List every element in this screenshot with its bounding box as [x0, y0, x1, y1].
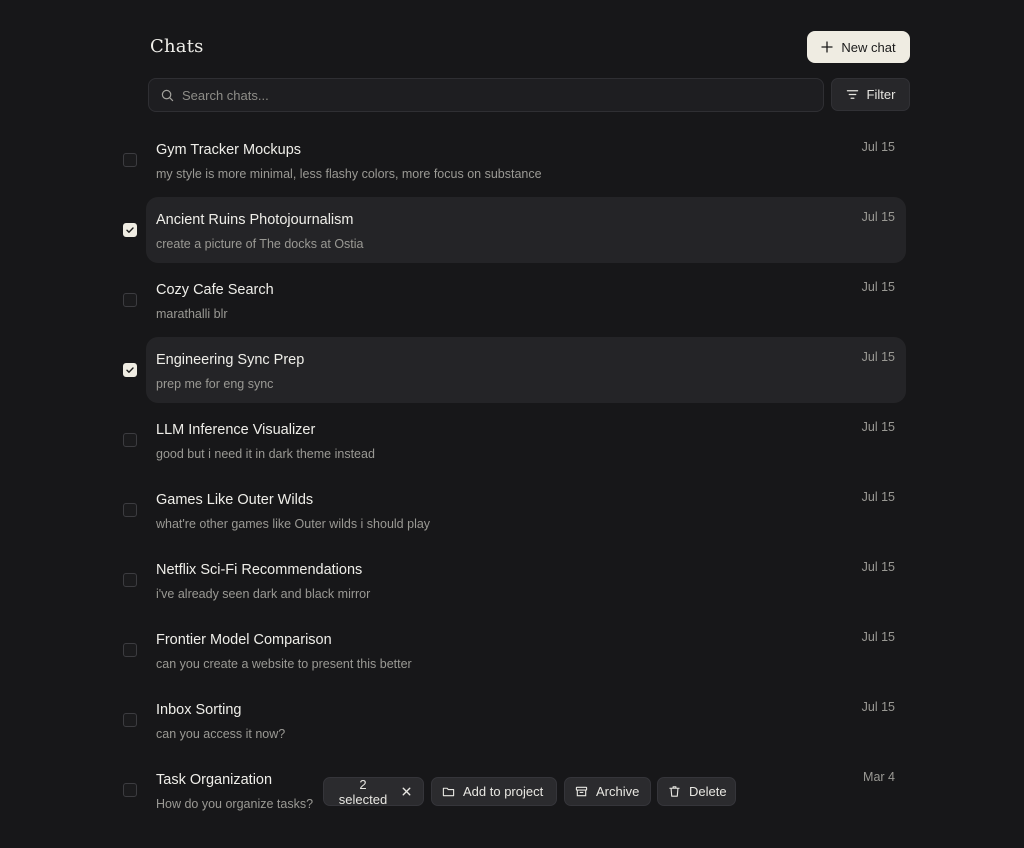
chat-row[interactable]: Netflix Sci-Fi Recommendations i've alrea… [0, 547, 1024, 617]
chat-date: Jul 15 [861, 140, 895, 154]
chat-title[interactable]: Gym Tracker Mockups [156, 142, 301, 158]
archive-label: Archive [596, 784, 640, 799]
chat-row-checkbox[interactable] [123, 293, 137, 307]
archive-icon [575, 786, 588, 797]
folder-icon [442, 787, 455, 797]
chat-date: Jul 15 [861, 630, 895, 644]
chat-date: Jul 15 [861, 490, 895, 504]
chat-title[interactable]: Netflix Sci-Fi Recommendations [156, 562, 362, 578]
chat-row[interactable]: Games Like Outer Wilds what're other game… [0, 477, 1024, 547]
chat-row-checkbox[interactable] [123, 363, 137, 377]
chat-title[interactable]: Inbox Sorting [156, 702, 241, 718]
chat-title[interactable]: LLM Inference Visualizer [156, 422, 315, 438]
chat-row-checkbox[interactable] [123, 433, 137, 447]
selection-count-label: 2 selected [338, 776, 388, 807]
chat-date: Jul 15 [861, 700, 895, 714]
chat-list: Gym Tracker Mockups my style is more mini… [0, 127, 1024, 827]
chat-row[interactable]: Frontier Model Comparison can you create … [0, 617, 1024, 687]
chat-preview: marathalli blr [156, 307, 228, 321]
chats-page: Chats New chat Filter Gym Tracker Mockup… [0, 0, 1024, 848]
close-icon[interactable] [400, 785, 413, 798]
chat-row[interactable]: Inbox Sorting can you access it now? Jul 1… [0, 687, 1024, 757]
chat-preview: prep me for eng sync [156, 377, 274, 391]
chat-row-checkbox[interactable] [123, 153, 137, 167]
search-input[interactable] [182, 87, 823, 103]
chat-preview: can you access it now? [156, 727, 286, 741]
chat-row-background [146, 687, 906, 753]
chat-row-background [146, 337, 906, 403]
chat-row-checkbox[interactable] [123, 573, 137, 587]
chat-title[interactable]: Ancient Ruins Photojournalism [156, 212, 353, 228]
selection-action-bar: 2 selected Add to project Archive Delete [0, 776, 1024, 807]
delete-label: Delete [689, 784, 727, 799]
chat-row-background [146, 127, 906, 193]
chat-title[interactable]: Games Like Outer Wilds [156, 492, 313, 508]
delete-button[interactable]: Delete [657, 777, 736, 806]
archive-button[interactable]: Archive [564, 777, 651, 806]
chat-row[interactable]: LLM Inference Visualizer good but i need … [0, 407, 1024, 477]
chat-date: Jul 15 [861, 210, 895, 224]
chat-preview: what're other games like Outer wilds i s… [156, 517, 431, 531]
chat-date: Jul 15 [861, 350, 895, 364]
chat-date: Jul 15 [861, 420, 895, 434]
chat-row-background [146, 547, 906, 613]
chat-date: Jul 15 [861, 560, 895, 574]
trash-icon [669, 786, 680, 797]
selection-count-button[interactable]: 2 selected [323, 776, 424, 807]
chat-date: Jul 15 [861, 280, 895, 294]
page-title: Chats [150, 36, 204, 57]
chat-row-background [146, 407, 906, 473]
check-icon [126, 227, 134, 233]
chat-row[interactable]: Gym Tracker Mockups my style is more mini… [0, 127, 1024, 197]
chat-row-checkbox[interactable] [123, 223, 137, 237]
new-chat-button[interactable]: New chat [807, 31, 910, 63]
filter-icon [846, 90, 858, 99]
check-icon [126, 367, 134, 373]
filter-button[interactable]: Filter [831, 78, 910, 111]
chat-row[interactable]: Engineering Sync Prep prep me for eng syn… [0, 337, 1024, 407]
chat-row-background [146, 267, 906, 333]
chat-row-background [146, 617, 906, 683]
chat-preview: my style is more minimal, less flashy co… [156, 167, 542, 181]
chat-row-background [146, 477, 906, 543]
add-to-project-label: Add to project [463, 784, 544, 799]
chat-title[interactable]: Engineering Sync Prep [156, 352, 304, 368]
search-icon [161, 89, 174, 101]
chat-preview: create a picture of The docks at Ostia [156, 237, 364, 251]
chat-row[interactable]: Cozy Cafe Search marathalli blr Jul 15 [0, 267, 1024, 337]
chat-row-checkbox[interactable] [123, 503, 137, 517]
chat-title[interactable]: Frontier Model Comparison [156, 632, 332, 648]
chat-preview: i've already seen dark and black mirror [156, 587, 371, 601]
chat-row[interactable]: Ancient Ruins Photojournalism create a pi… [0, 197, 1024, 267]
chat-row-checkbox[interactable] [123, 643, 137, 657]
plus-icon [821, 41, 834, 53]
chat-row-background [146, 197, 906, 263]
add-to-project-button[interactable]: Add to project [431, 777, 557, 806]
chat-row-checkbox[interactable] [123, 713, 137, 727]
chat-preview: good but i need it in dark theme instead [156, 447, 375, 461]
new-chat-label: New chat [841, 39, 896, 55]
filter-label: Filter [866, 87, 896, 102]
search-box[interactable] [148, 78, 824, 112]
chat-title[interactable]: Cozy Cafe Search [156, 282, 274, 298]
chat-preview: can you create a website to present this… [156, 657, 412, 671]
